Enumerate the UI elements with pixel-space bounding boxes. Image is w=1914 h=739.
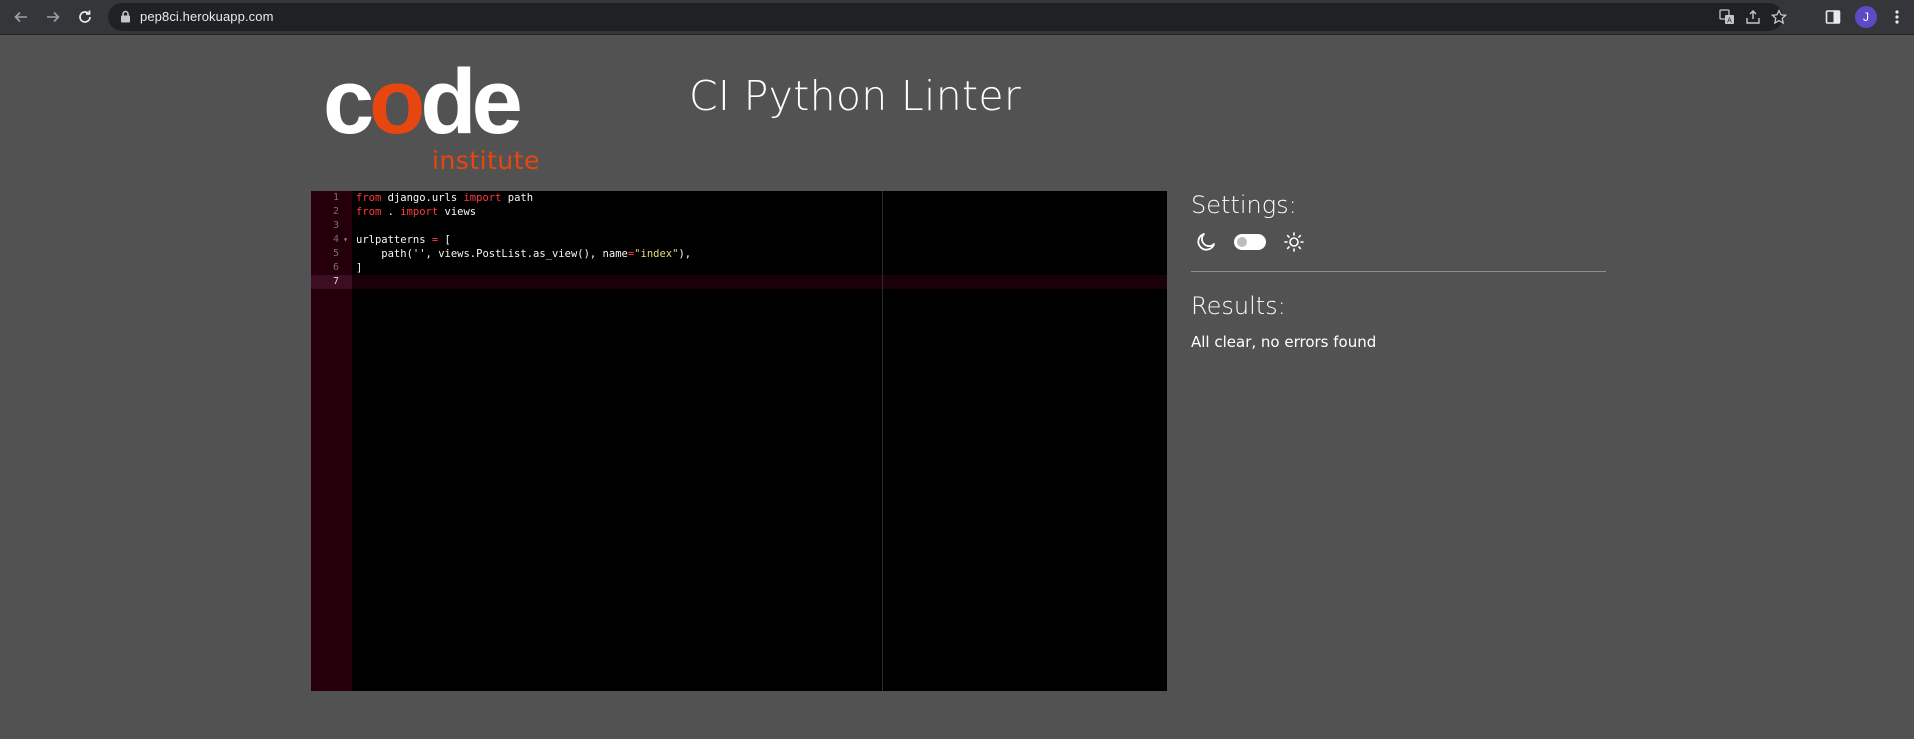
logo-letters-de: de bbox=[420, 51, 522, 153]
line-number: 7 bbox=[311, 275, 352, 289]
forward-arrow-icon bbox=[47, 11, 60, 23]
code-token: import bbox=[463, 192, 502, 204]
code-token: urlpatterns bbox=[356, 234, 432, 246]
line-number: 3 bbox=[332, 220, 339, 231]
code-token: path bbox=[501, 192, 534, 204]
browser-toolbar: pep8ci.herokuapp.com A J bbox=[0, 0, 1914, 35]
code-line[interactable]: from django.urls import path bbox=[356, 191, 1167, 205]
code-line[interactable]: ] bbox=[356, 261, 1167, 275]
page-title: CI Python Linter bbox=[689, 72, 1022, 120]
code-token: . bbox=[381, 206, 401, 218]
editor-gutter: 1 2 3 4 ▾ 5 6 7 bbox=[311, 191, 352, 691]
code-line[interactable] bbox=[356, 219, 1167, 233]
code-token: from bbox=[356, 206, 382, 218]
code-line[interactable]: path('', views.PostList.as_view(), name=… bbox=[356, 247, 1167, 261]
forward-button[interactable] bbox=[42, 6, 64, 28]
reload-button[interactable] bbox=[74, 6, 96, 28]
code-line[interactable] bbox=[352, 275, 1167, 289]
code-token: [ bbox=[438, 234, 451, 246]
toggle-knob bbox=[1237, 237, 1247, 247]
sun-icon bbox=[1284, 232, 1304, 252]
code-line[interactable]: urlpatterns = [ bbox=[356, 233, 1167, 247]
results-message: All clear, no errors found bbox=[1191, 333, 1377, 351]
moon-icon bbox=[1197, 233, 1215, 251]
back-button[interactable] bbox=[10, 6, 32, 28]
logo-subtitle: institute bbox=[432, 146, 540, 175]
lock-icon bbox=[121, 10, 130, 23]
menu-kebab-icon[interactable] bbox=[1887, 7, 1907, 27]
line-number: 1 bbox=[332, 192, 339, 203]
code-token: django.urls bbox=[381, 192, 464, 204]
line-number: 5 bbox=[332, 248, 339, 259]
theme-toggle[interactable] bbox=[1234, 234, 1266, 250]
code-token: path('' bbox=[356, 248, 426, 260]
fold-toggle-icon[interactable]: ▾ bbox=[343, 233, 348, 247]
code-editor[interactable]: 1 2 3 4 ▾ 5 6 7 from django.urls import path fro… bbox=[311, 191, 1167, 691]
code-line[interactable]: from . import views bbox=[356, 205, 1167, 219]
results-heading: Results: bbox=[1191, 292, 1286, 320]
editor-code-area[interactable]: from django.urls import path from . impor… bbox=[352, 191, 1167, 289]
print-margin bbox=[882, 191, 883, 691]
line-number: 4 ▾ bbox=[332, 233, 348, 247]
line-number: 6 bbox=[332, 262, 339, 273]
address-bar[interactable]: pep8ci.herokuapp.com A bbox=[108, 3, 1787, 31]
line-number: 2 bbox=[332, 206, 339, 217]
code-institute-logo: code bbox=[323, 56, 523, 148]
code-token: "index" bbox=[634, 248, 679, 260]
code-token: from bbox=[356, 192, 382, 204]
back-arrow-icon bbox=[14, 11, 27, 23]
logo-letter-c: c bbox=[323, 51, 374, 153]
settings-heading: Settings: bbox=[1191, 191, 1297, 219]
logo-letter-o: o bbox=[369, 51, 425, 153]
reload-icon bbox=[79, 10, 91, 23]
code-token: ] bbox=[356, 262, 363, 274]
side-panel-icon[interactable] bbox=[1823, 7, 1843, 27]
profile-avatar[interactable]: J bbox=[1855, 6, 1877, 28]
svg-text:A: A bbox=[1727, 18, 1732, 25]
url-text: pep8ci.herokuapp.com bbox=[140, 9, 274, 24]
code-token: views bbox=[438, 206, 477, 218]
code-token: , views.PostList.as_view(), name bbox=[425, 248, 628, 260]
code-token: import bbox=[400, 206, 439, 218]
code-token: ), bbox=[678, 248, 692, 260]
share-icon[interactable] bbox=[1744, 8, 1762, 26]
translate-icon[interactable]: A bbox=[1718, 8, 1736, 26]
settings-divider bbox=[1191, 271, 1606, 272]
bookmark-star-icon[interactable] bbox=[1770, 8, 1788, 26]
